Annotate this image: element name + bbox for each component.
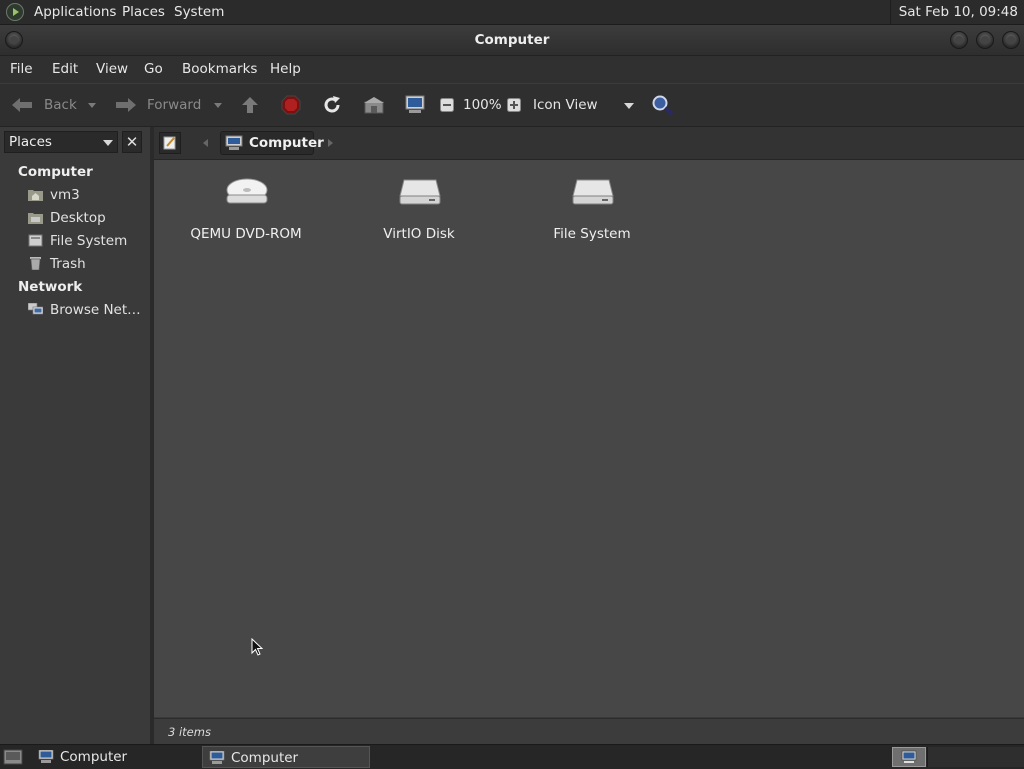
status-bar: 3 items [154,718,1024,745]
computer-icon[interactable] [404,95,426,115]
workspace-switcher-1[interactable] [892,747,926,767]
system-menu[interactable]: System [174,0,224,24]
menu-bar: File Edit View Go Bookmarks Help [0,56,1024,83]
maximize-button[interactable] [976,31,994,49]
back-history-dropdown[interactable] [88,103,96,108]
file-item-label: VirtIO Disk [383,226,455,242]
menu-bookmarks[interactable]: Bookmarks [182,56,257,83]
mouse-pointer-icon [251,638,263,656]
sidebar-item-label: Trash [50,256,86,272]
computer-icon [209,751,225,764]
edit-location-button[interactable] [159,132,181,154]
zoom-out-icon[interactable] [440,98,454,112]
file-item-label: File System [553,226,631,242]
computer-icon [225,135,243,150]
applications-menu[interactable]: Applications [34,0,116,24]
file-item-file-system[interactable]: File System [517,170,667,242]
sidebar-item-label: File System [50,233,128,249]
minimize-button[interactable] [950,31,968,49]
breadcrumb-computer[interactable]: Computer [220,131,324,155]
taskbar-item-label: Computer [231,750,299,766]
desktop-folder-icon [28,213,43,224]
toolbar: Back Forward 100% Icon View [0,84,1024,127]
stop-icon[interactable] [281,95,301,115]
breadcrumb-label: Computer [249,135,324,151]
sidebar-selector-label: Places [9,134,52,150]
window-title-bar[interactable]: Computer [0,25,1024,56]
back-button[interactable]: Back [44,84,77,126]
top-panel: Applications Places System Sat Feb 10, 0… [0,0,1024,25]
crumb-right-arrow-icon[interactable] [326,138,334,148]
sidebar-section-computer: Computer [18,164,93,180]
taskbar-item-computer-2[interactable]: Computer [202,746,370,768]
forward-history-dropdown[interactable] [214,103,222,108]
sidebar-item-label: Browse Net… [50,302,141,318]
menu-file[interactable]: File [10,56,33,83]
back-arrow-icon[interactable] [10,96,34,114]
menu-edit[interactable]: Edit [52,56,78,83]
computer-icon [901,750,917,763]
sidebar-item-file-system[interactable]: File System [28,231,146,251]
optical-drive-icon [226,178,268,204]
sidebar-selector[interactable]: Places [4,131,118,153]
sidebar-item-trash[interactable]: Trash [28,254,146,274]
taskbar-item-label: Computer [60,749,128,765]
up-arrow-icon[interactable] [240,95,260,115]
filesystem-icon [28,234,43,247]
sidebar-item-browse-network[interactable]: Browse Net… [28,300,146,320]
sidebar-item-label: Desktop [50,210,106,226]
taskbar-item-computer-1[interactable]: Computer [32,746,200,768]
sidebar-section-network: Network [18,279,83,295]
hard-disk-icon [572,179,614,205]
places-menu[interactable]: Places [122,0,165,24]
window-title: Computer [474,32,550,48]
sidebar-close-button[interactable]: ✕ [122,131,142,153]
reload-icon[interactable] [322,95,342,115]
sidebar: Places ✕ Computer vm3 Desktop File Syste… [0,127,154,744]
view-mode-dropdown-arrow[interactable] [624,103,634,109]
hard-disk-icon [399,179,441,205]
file-item-qemu-dvd-rom[interactable]: QEMU DVD-ROM [171,170,321,242]
show-desktop-icon[interactable] [3,748,23,766]
clock[interactable]: Sat Feb 10, 09:48 [889,0,1024,24]
zoom-level: 100% [463,97,502,113]
crumb-left-arrow-icon[interactable] [202,138,210,148]
view-mode-select[interactable]: Icon View [533,84,598,126]
sidebar-item-label: vm3 [50,187,80,203]
network-icon [28,303,43,315]
workspace-switcher-2[interactable] [927,747,1024,767]
file-item-label: QEMU DVD-ROM [190,226,302,242]
taskbar: Computer Computer [0,744,1024,769]
menu-view[interactable]: View [96,56,128,83]
chevron-down-icon [103,140,113,146]
sidebar-item-desktop[interactable]: Desktop [28,208,146,228]
menu-go[interactable]: Go [144,56,163,83]
file-item-virtio-disk[interactable]: VirtIO Disk [344,170,494,242]
trash-icon [30,257,41,270]
home-folder-icon [28,190,43,201]
home-icon[interactable] [363,96,385,114]
status-text: 3 items [168,725,211,739]
menu-help[interactable]: Help [270,56,301,83]
sidebar-item-vm3[interactable]: vm3 [28,185,146,205]
forward-button[interactable]: Forward [147,84,201,126]
gnome-logo-icon[interactable] [6,3,24,21]
close-button[interactable] [1002,31,1020,49]
pencil-note-icon [163,136,176,150]
computer-icon [38,750,54,763]
zoom-in-icon[interactable] [507,98,521,112]
forward-arrow-icon[interactable] [114,96,138,114]
location-bar: Computer [154,127,1024,160]
search-icon[interactable] [651,94,675,116]
icon-view[interactable]: QEMU DVD-ROM VirtIO Disk File System [154,160,1024,717]
